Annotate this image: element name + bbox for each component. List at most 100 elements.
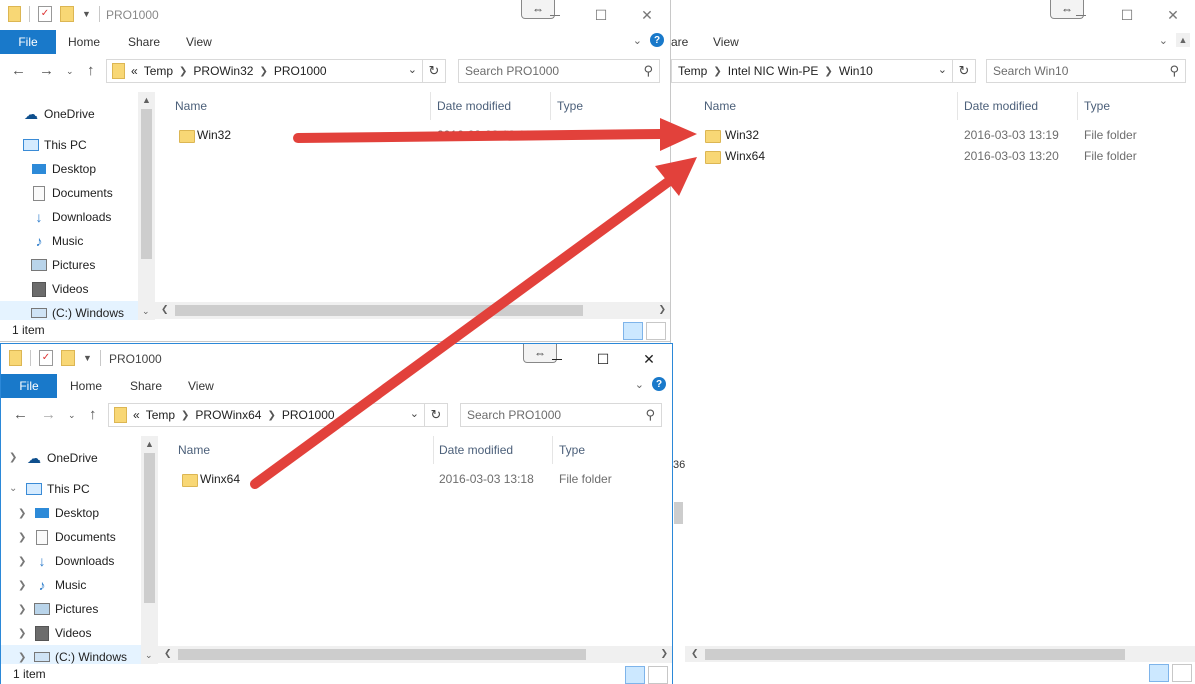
close-button[interactable]: ✕ <box>626 344 672 374</box>
address-dropdown-icon[interactable]: ⌄ <box>408 63 417 76</box>
details-view-button[interactable] <box>623 322 643 340</box>
column-header-type[interactable]: Type <box>559 436 585 464</box>
address-bar[interactable]: Temp ❯ Intel NIC Win-PE ❯ Win10 ⌄ ↻ <box>671 59 976 83</box>
column-header-date[interactable]: Date modified <box>437 92 511 120</box>
nav-onedrive[interactable]: ☁ OneDrive <box>22 102 95 126</box>
search-box[interactable]: Search PRO1000 ⚲ <box>460 403 662 427</box>
crumb-temp[interactable]: Temp <box>144 64 173 78</box>
nav-music[interactable]: ♪ Music <box>33 573 87 597</box>
refresh-button[interactable]: ↻ <box>952 60 975 82</box>
nav-documents[interactable]: Documents <box>33 525 116 549</box>
chevron-down-icon[interactable]: ⌄ <box>9 483 17 494</box>
nav-this-pc[interactable]: This PC <box>25 477 90 501</box>
column-header-date[interactable]: Date modified <box>964 92 1038 120</box>
file-row-winx64[interactable]: Winx64 2016-03-03 13:18 File folder <box>158 469 672 490</box>
nav-videos[interactable]: Videos <box>30 277 88 301</box>
address-bar[interactable]: « Temp ❯ PROWinx64 ❯ PRO1000 ⌄ ↻ <box>108 403 448 427</box>
search-input[interactable]: Search Win10 <box>993 64 1068 78</box>
title-bar[interactable]: ✓ ▼ PRO1000 ⇔ ☐ ✕ <box>1 344 672 374</box>
close-button[interactable]: ✕ <box>1150 0 1195 30</box>
details-view-button[interactable] <box>1149 664 1169 682</box>
customize-qat-icon[interactable]: ▼ <box>83 353 92 363</box>
column-header-name[interactable]: Name <box>175 92 207 120</box>
chevron-right-icon[interactable]: ❯ <box>18 604 26 615</box>
address-dropdown-icon[interactable]: ⌄ <box>938 63 947 76</box>
horizontal-scrollbar[interactable]: ❮ ❯ <box>158 646 672 663</box>
tab-view[interactable]: View <box>188 379 214 393</box>
scroll-up-icon[interactable]: ▲ <box>142 95 151 105</box>
vertical-scroll-thumb[interactable] <box>141 109 152 259</box>
crumb-intel-nic[interactable]: Intel NIC Win-PE <box>728 64 819 78</box>
search-box[interactable]: Search Win10 ⚲ <box>986 59 1186 83</box>
column-header-type[interactable]: Type <box>1084 92 1110 120</box>
large-icons-view-button[interactable] <box>1172 664 1192 682</box>
column-header-date[interactable]: Date modified <box>439 436 513 464</box>
large-icons-view-button[interactable] <box>646 322 666 340</box>
tab-share[interactable]: Share <box>130 379 162 393</box>
nav-onedrive[interactable]: ☁ OneDrive <box>25 446 98 470</box>
help-icon[interactable]: ? <box>650 33 664 47</box>
help-icon[interactable]: ? <box>652 377 666 391</box>
minimize-button[interactable] <box>532 0 578 30</box>
crumb-pro1000[interactable]: PRO1000 <box>282 408 335 422</box>
horizontal-scrollbar[interactable]: ❮ ❯ <box>155 302 670 319</box>
tab-share-partial[interactable]: are <box>671 35 688 49</box>
tab-home[interactable]: Home <box>70 379 102 393</box>
nav-music[interactable]: ♪ Music <box>30 229 84 253</box>
nav-c-drive[interactable]: (C:) Windows <box>0 301 138 320</box>
nav-desktop[interactable]: Desktop <box>30 157 96 181</box>
chevron-down-icon[interactable]: ⌄ <box>1159 34 1168 47</box>
nav-desktop[interactable]: Desktop <box>33 501 99 525</box>
forward-button[interactable]: → <box>41 406 56 423</box>
chevron-right-icon[interactable]: ❯ <box>18 508 26 519</box>
chevron-right-icon[interactable]: ❯ <box>9 452 17 463</box>
column-header-name[interactable]: Name <box>178 436 210 464</box>
chevron-right-icon[interactable]: ❯ <box>18 628 26 639</box>
crumb-temp[interactable]: Temp <box>146 408 175 422</box>
column-divider[interactable] <box>430 92 431 120</box>
vertical-scroll-thumb[interactable] <box>144 453 155 603</box>
scroll-up-arrow-icon[interactable]: ▲ <box>1176 33 1190 47</box>
horizontal-scroll-thumb[interactable] <box>178 649 586 660</box>
scroll-up-icon[interactable]: ▲ <box>145 439 154 449</box>
chevron-right-icon[interactable]: ❯ <box>18 652 26 663</box>
column-divider[interactable] <box>433 436 434 464</box>
tab-home[interactable]: Home <box>68 35 100 49</box>
crumb-prowin32[interactable]: PROWin32 <box>193 64 253 78</box>
expand-ribbon-icon[interactable]: ⌄ <box>635 378 644 391</box>
close-button[interactable]: ✕ <box>624 0 670 30</box>
column-header-type[interactable]: Type <box>557 92 583 120</box>
minimize-button[interactable] <box>1058 0 1104 30</box>
nav-videos[interactable]: Videos <box>33 621 91 645</box>
scroll-right-icon[interactable]: ❯ <box>658 304 666 315</box>
address-dropdown-icon[interactable]: ⌄ <box>410 407 419 420</box>
horizontal-scrollbar[interactable]: ❮ <box>685 646 1195 663</box>
tab-share[interactable]: Share <box>128 35 160 49</box>
nav-pictures[interactable]: Pictures <box>33 597 98 621</box>
file-row-win32[interactable]: Win32 2016-03-03 13:18 File folder <box>155 125 670 146</box>
nav-vertical-scrollbar[interactable]: ▲ ⌄ <box>138 92 155 320</box>
column-header-name[interactable]: Name <box>704 92 736 120</box>
file-row-winx64[interactable]: Winx64 2016-03-03 13:20 File folder <box>671 146 1195 167</box>
maximize-button[interactable]: ☐ <box>578 0 624 30</box>
back-button[interactable]: ← <box>13 406 28 423</box>
new-folder-icon[interactable] <box>60 6 74 22</box>
column-divider[interactable] <box>957 92 958 120</box>
expand-ribbon-icon[interactable]: ⌄ <box>633 34 642 47</box>
scroll-left-icon[interactable]: ❮ <box>164 648 172 659</box>
new-folder-icon[interactable] <box>61 350 75 366</box>
crumb-temp[interactable]: Temp <box>678 64 707 78</box>
customize-qat-icon[interactable]: ▼ <box>82 9 91 19</box>
properties-icon[interactable]: ✓ <box>38 6 52 22</box>
large-icons-view-button[interactable] <box>648 666 668 684</box>
back-button[interactable]: ← <box>11 62 26 79</box>
title-bar[interactable]: ⇔ ☐ ✕ <box>671 0 1195 30</box>
tab-file[interactable]: File <box>0 30 56 54</box>
title-bar[interactable]: ✓ ▼ PRO1000 ⇔ ☐ ✕ <box>0 0 670 30</box>
column-divider[interactable] <box>550 92 551 120</box>
scroll-down-icon[interactable]: ⌄ <box>145 650 153 661</box>
scroll-left-icon[interactable]: ❮ <box>691 648 699 659</box>
tab-view[interactable]: View <box>713 35 739 49</box>
crumb-pro1000[interactable]: PRO1000 <box>274 64 327 78</box>
recent-locations-icon[interactable]: ⌄ <box>68 410 76 421</box>
